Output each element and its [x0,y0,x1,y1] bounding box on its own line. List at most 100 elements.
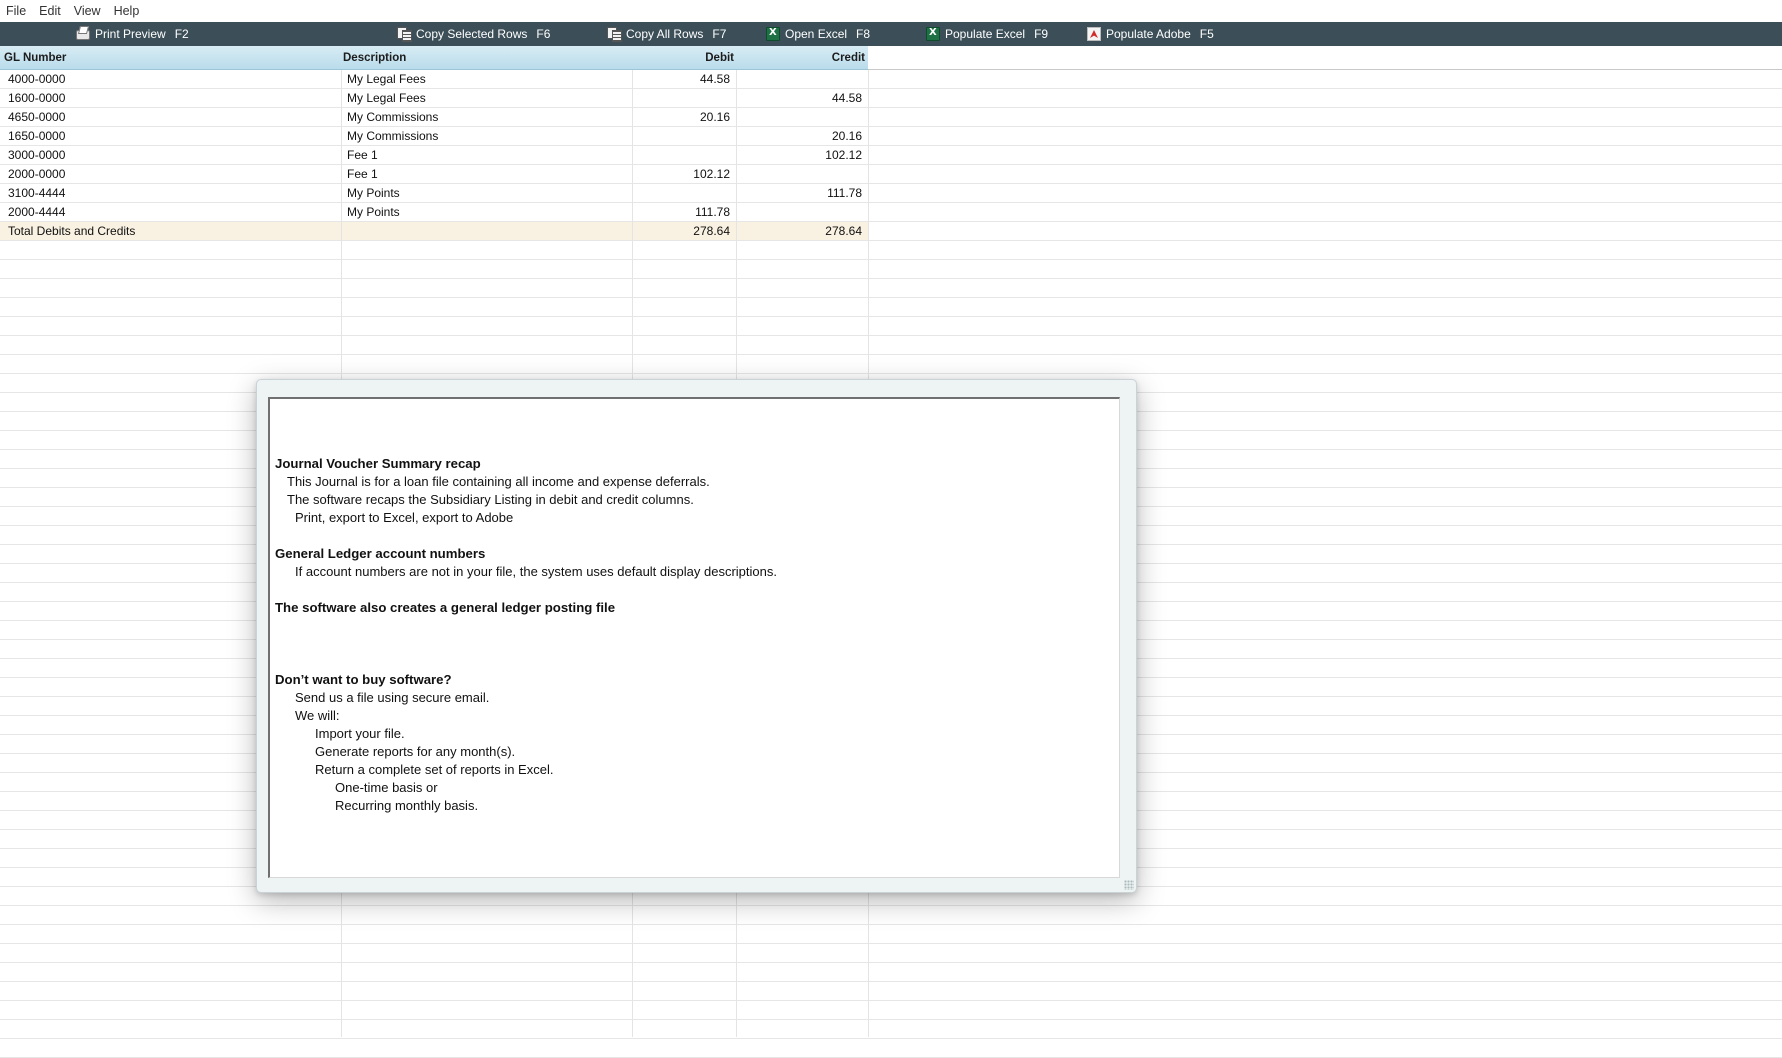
column-header-description[interactable]: Description [343,46,623,70]
menu-file[interactable]: File [6,4,26,18]
cell-debit[interactable] [633,184,730,203]
total-debit[interactable]: 278.64 [633,222,730,241]
copy-rows-icon [607,27,622,42]
cell-debit[interactable]: 20.16 [633,108,730,127]
popup-text-line: Generate reports for any month(s). [315,744,516,759]
cell-gl-number[interactable]: 1650-0000 [8,127,338,146]
popup-heading: General Ledger account numbers [275,546,486,561]
popup-text-line: This Journal is for a loan file containi… [287,474,710,489]
adobe-icon [1087,27,1101,41]
empty-row [0,944,1782,963]
cell-credit[interactable]: 20.16 [736,127,862,146]
cell-description[interactable]: My Commissions [347,108,627,127]
popup-heading: Don’t want to buy software? [275,672,452,687]
empty-row [0,241,1782,260]
popup-heading: The software also creates a general ledg… [275,600,616,615]
cell-gl-number[interactable]: 4000-0000 [8,70,338,89]
info-popup: Journal Voucher Summary recap This Journa… [256,379,1137,893]
cell-description[interactable]: Fee 1 [347,146,627,165]
populate-excel-key: F9 [1034,27,1049,41]
cell-description[interactable]: My Points [347,203,627,222]
cell-gl-number[interactable]: 2000-0000 [8,165,338,184]
menu-edit[interactable]: Edit [39,4,61,18]
copy-all-rows-key: F7 [712,27,727,41]
copy-selected-rows-label: Copy Selected Rows [416,27,528,41]
popup-text-line: The software recaps the Subsidiary Listi… [287,492,694,507]
print-preview-key: F2 [174,27,189,41]
populate-excel-button[interactable]: Populate Excel F9 [926,22,1048,46]
excel-icon [766,27,780,41]
info-text-panel[interactable]: Journal Voucher Summary recap This Journa… [268,397,1120,878]
copy-all-rows-label: Copy All Rows [626,27,704,41]
table-row[interactable]: 2000-4444 My Points 111.78 [0,203,1782,222]
print-preview-label: Print Preview [95,27,166,41]
table-row[interactable]: 3000-0000 Fee 1 102.12 [0,146,1782,165]
column-header-debit[interactable]: Debit [633,46,734,70]
excel-icon [926,27,940,41]
empty-row [0,1039,1782,1058]
menu-view[interactable]: View [74,4,101,18]
cell-description[interactable]: My Legal Fees [347,70,627,89]
open-excel-button[interactable]: Open Excel F8 [766,22,870,46]
column-header-credit[interactable]: Credit [736,46,865,70]
column-header-gl-number[interactable]: GL Number [4,46,334,70]
popup-text-line: Print, export to Excel, export to Adobe [295,510,514,525]
cell-description[interactable]: My Commissions [347,127,627,146]
grid-header: GL Number Description Debit Credit [0,46,868,70]
table-row[interactable]: 1650-0000 My Commissions 20.16 [0,127,1782,146]
cell-gl-number[interactable]: 2000-4444 [8,203,338,222]
populate-adobe-button[interactable]: Populate Adobe F5 [1087,22,1214,46]
popup-text-line: Recurring monthly basis. [335,798,479,813]
empty-row [0,925,1782,944]
table-row[interactable]: 2000-0000 Fee 1 102.12 [0,165,1782,184]
cell-debit[interactable]: 102.12 [633,165,730,184]
resize-grip-icon[interactable] [1124,880,1134,890]
empty-row [0,279,1782,298]
cell-gl-number[interactable]: 3000-0000 [8,146,338,165]
populate-adobe-label: Populate Adobe [1106,27,1191,41]
total-label[interactable]: Total Debits and Credits [8,222,338,241]
cell-gl-number[interactable]: 3100-4444 [8,184,338,203]
cell-description[interactable]: Fee 1 [347,165,627,184]
cell-credit[interactable] [736,108,862,127]
cell-credit[interactable]: 102.12 [736,146,862,165]
popup-text-line: One-time basis or [335,780,438,795]
empty-row [0,298,1782,317]
empty-row [0,963,1782,982]
printer-icon [76,30,90,40]
cell-debit[interactable] [633,146,730,165]
print-preview-button[interactable]: Print Preview F2 [76,22,189,46]
menu-bar: File Edit View Help [0,0,1782,22]
populate-excel-label: Populate Excel [945,27,1026,41]
total-row[interactable]: Total Debits and Credits 278.64 278.64 [0,222,1782,241]
popup-text-line: Return a complete set of reports in Exce… [315,762,554,777]
cell-gl-number[interactable]: 1600-0000 [8,89,338,108]
table-row[interactable]: 4000-0000 My Legal Fees 44.58 [0,70,1782,89]
cell-credit[interactable]: 111.78 [736,184,862,203]
cell-gl-number[interactable]: 4650-0000 [8,108,338,127]
empty-row [0,1020,1782,1039]
cell-description[interactable]: My Legal Fees [347,89,627,108]
copy-selected-rows-button[interactable]: Copy Selected Rows F6 [397,22,550,46]
copy-all-rows-button[interactable]: Copy All Rows F7 [607,22,726,46]
empty-row [0,982,1782,1001]
cell-credit[interactable] [736,203,862,222]
table-row[interactable]: 3100-4444 My Points 111.78 [0,184,1782,203]
open-excel-label: Open Excel [785,27,848,41]
cell-credit[interactable]: 44.58 [736,89,862,108]
total-credit[interactable]: 278.64 [736,222,862,241]
empty-row [0,317,1782,336]
menu-help[interactable]: Help [114,4,140,18]
table-row[interactable]: 1600-0000 My Legal Fees 44.58 [0,89,1782,108]
table-row[interactable]: 4650-0000 My Commissions 20.16 [0,108,1782,127]
toolbar: Print Preview F2 Copy Selected Rows F6 C… [0,22,1782,46]
cell-debit[interactable] [633,127,730,146]
cell-description[interactable]: My Points [347,184,627,203]
populate-adobe-key: F5 [1199,27,1214,41]
empty-row [0,1001,1782,1020]
cell-debit[interactable] [633,89,730,108]
cell-debit[interactable]: 44.58 [633,70,730,89]
cell-credit[interactable] [736,165,862,184]
cell-debit[interactable]: 111.78 [633,203,730,222]
cell-credit[interactable] [736,70,862,89]
